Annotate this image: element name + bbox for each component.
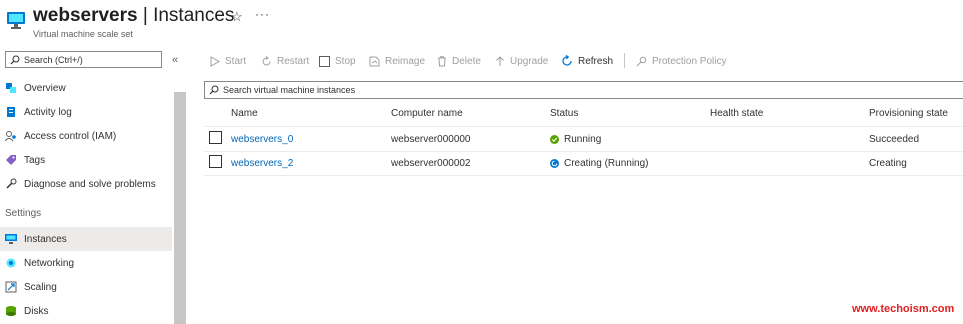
instance-name-link[interactable]: webservers_0 — [231, 127, 293, 151]
disks-icon — [6, 306, 16, 316]
sidebar-search-input[interactable]: Search (Ctrl+/) — [5, 51, 162, 68]
upgrade-button[interactable]: Upgrade — [495, 53, 548, 69]
sidebar-search-placeholder: Search (Ctrl+/) — [24, 54, 83, 65]
reimage-icon — [369, 56, 380, 66]
start-button[interactable]: Start — [210, 53, 246, 69]
search-icon — [209, 85, 219, 95]
provisioning-state-cell: Succeeded — [869, 133, 920, 145]
protection-policy-button[interactable]: Protection Policy — [636, 53, 726, 69]
key-icon — [636, 56, 647, 66]
overview-icon — [6, 83, 16, 93]
activity-log-icon — [7, 107, 15, 117]
wrench-icon — [6, 178, 17, 189]
sidebar-item-label: Diagnose and solve problems — [24, 178, 156, 190]
restart-icon — [262, 55, 271, 65]
sidebar-item-iam[interactable]: Access control (IAM) — [0, 124, 172, 148]
sidebar-item-networking[interactable]: Networking — [0, 251, 172, 275]
more-options-icon[interactable]: ··· — [255, 7, 270, 21]
tag-icon — [6, 155, 16, 165]
settings-section-heading: Settings — [5, 208, 42, 219]
row-checkbox[interactable] — [209, 131, 222, 144]
in-progress-sync-icon — [550, 158, 559, 168]
status-text: Running — [564, 133, 602, 145]
row-checkbox[interactable] — [209, 155, 222, 168]
sidebar-item-label: Networking — [24, 257, 75, 269]
arrow-up-icon — [496, 55, 504, 66]
stop-icon — [319, 55, 330, 67]
stop-button[interactable]: Stop — [319, 53, 356, 69]
refresh-icon — [562, 55, 572, 66]
table-row: webservers_2 webserver000002 Creating (R… — [204, 151, 963, 176]
sidebar-scrollbar[interactable] — [174, 92, 186, 324]
computer-name-cell: webserver000002 — [391, 157, 471, 169]
toolbar-divider — [624, 53, 625, 68]
delete-label: Delete — [452, 55, 481, 67]
search-icon — [10, 55, 20, 64]
resource-type-subtitle: Virtual machine scale set — [33, 29, 133, 39]
table-row: webservers_0 webserver000000 Running Suc… — [204, 127, 963, 152]
restart-button[interactable]: Restart — [261, 53, 309, 69]
column-header-name[interactable]: Name — [231, 108, 258, 119]
resource-name: webservers — [33, 5, 138, 26]
trash-icon — [438, 55, 446, 66]
vm-scale-set-icon — [7, 12, 25, 29]
sidebar-item-overview[interactable]: Overview — [0, 76, 172, 100]
sidebar-item-scaling[interactable]: Scaling — [0, 275, 172, 299]
sidebar-item-label: Overview — [24, 82, 66, 94]
favorite-star-icon[interactable]: ☆ — [231, 9, 243, 25]
instances-icon — [5, 234, 17, 244]
column-header-computer-name[interactable]: Computer name — [391, 108, 463, 119]
refresh-button[interactable]: Refresh — [561, 53, 613, 69]
stop-label: Stop — [335, 55, 356, 67]
sidebar-item-label: Tags — [24, 154, 46, 166]
instance-name-link[interactable]: webservers_2 — [231, 151, 293, 175]
watermark-text: www.techoism.com — [852, 303, 955, 315]
networking-icon — [6, 258, 16, 268]
delete-button[interactable]: Delete — [437, 53, 481, 69]
status-cell: Creating (Running) — [550, 151, 649, 175]
sidebar-item-activity-log[interactable]: Activity log — [0, 100, 172, 124]
sidebar-item-disks[interactable]: Disks — [0, 299, 172, 323]
success-check-icon — [550, 134, 559, 144]
sidebar-item-label: Scaling — [24, 281, 57, 293]
sidebar-item-instances[interactable]: Instances — [0, 227, 172, 251]
reimage-button[interactable]: Reimage — [369, 53, 425, 69]
restart-label: Restart — [277, 55, 310, 67]
start-label: Start — [225, 55, 247, 67]
computer-name-cell: webserver000000 — [391, 133, 471, 145]
column-header-status[interactable]: Status — [550, 108, 578, 119]
sidebar-item-label: Instances — [24, 233, 67, 245]
collapse-sidebar-icon[interactable]: « — [172, 54, 178, 66]
sidebar-item-label: Disks — [24, 305, 49, 317]
provisioning-state-cell: Creating — [869, 157, 907, 169]
instances-search-placeholder: Search virtual machine instances — [223, 85, 356, 95]
column-header-health-state[interactable]: Health state — [710, 108, 763, 119]
iam-icon — [5, 131, 16, 142]
page-title: webservers | Instances — [33, 5, 234, 27]
sidebar-item-tags[interactable]: Tags — [0, 148, 172, 172]
sidebar-item-diagnose[interactable]: Diagnose and solve problems — [0, 172, 172, 196]
title-separator: | — [142, 5, 148, 26]
sidebar-item-label: Access control (IAM) — [24, 130, 117, 142]
status-cell: Running — [550, 127, 601, 151]
scaling-icon — [5, 281, 17, 293]
instances-search-input[interactable]: Search virtual machine instances — [204, 81, 963, 99]
protection-policy-label: Protection Policy — [652, 55, 727, 67]
upgrade-label: Upgrade — [510, 55, 549, 67]
refresh-label: Refresh — [578, 55, 614, 67]
blade-name: Instances — [153, 5, 235, 26]
status-text: Creating (Running) — [564, 157, 649, 169]
sidebar-item-label: Activity log — [24, 106, 72, 118]
reimage-label: Reimage — [385, 55, 426, 67]
column-header-provisioning-state[interactable]: Provisioning state — [869, 108, 948, 119]
play-icon — [210, 55, 220, 67]
